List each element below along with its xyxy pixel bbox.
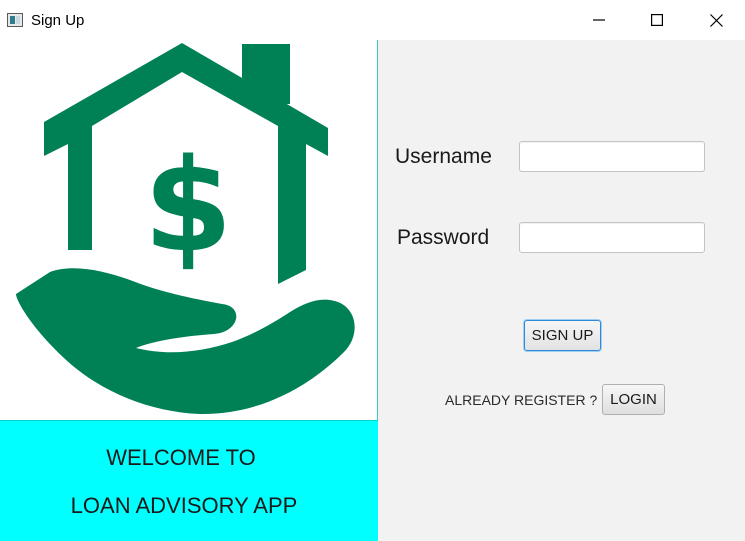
minimize-button[interactable] — [570, 0, 628, 40]
already-registered-text: ALREADY REGISTER ? — [445, 392, 598, 408]
username-label: Username — [395, 145, 492, 168]
signup-button[interactable]: SIGN UP — [524, 320, 601, 351]
app-window-icon — [7, 13, 23, 27]
welcome-line-2: LOAN ADVISORY APP — [70, 493, 298, 518]
password-field[interactable] — [519, 222, 705, 253]
house-dollar-hand-logo: $ — [16, 43, 355, 415]
left-panel: $ WELCOME TO LOAN ADVISORY APP — [0, 40, 378, 541]
minimize-icon — [593, 19, 605, 21]
welcome-line-1: WELCOME TO — [106, 445, 256, 470]
signup-window: Sign Up $ WELCOME TO LOAN ADVISORY APP U… — [0, 0, 745, 541]
maximize-button[interactable] — [628, 0, 686, 40]
title-bar[interactable]: Sign Up — [0, 0, 745, 40]
svg-text:$: $ — [143, 132, 232, 281]
password-label: Password — [397, 226, 490, 249]
close-button[interactable] — [687, 0, 745, 40]
signup-form-panel: Username Password SIGN UP ALREADY REGIST… — [378, 40, 745, 541]
window-title: Sign Up — [31, 12, 85, 29]
login-button[interactable]: LOGIN — [602, 384, 665, 415]
maximize-icon — [651, 14, 663, 26]
close-icon — [709, 13, 723, 27]
welcome-banner: WELCOME TO LOAN ADVISORY APP — [0, 420, 378, 541]
username-field[interactable] — [519, 141, 705, 172]
